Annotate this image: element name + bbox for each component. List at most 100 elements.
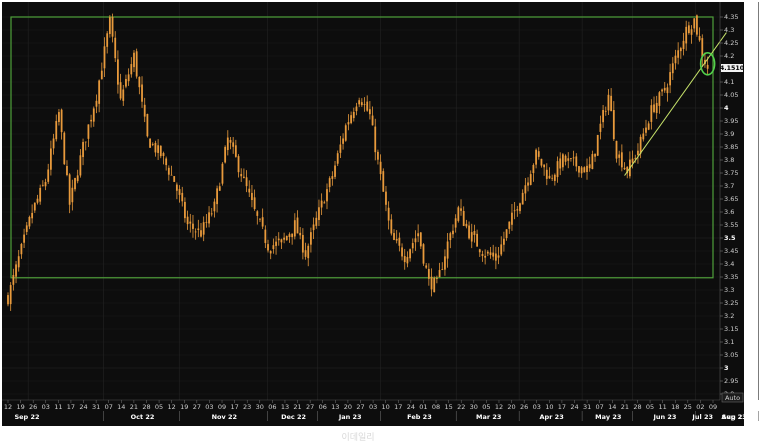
x-tick-label: 09	[218, 403, 226, 411]
candle-body	[267, 244, 269, 251]
candle-body	[414, 238, 417, 243]
candle-body	[299, 232, 302, 236]
candle-body	[701, 38, 704, 57]
x-month-label: Oct 22	[131, 413, 155, 421]
candle-body	[60, 109, 63, 133]
candle-body	[141, 84, 143, 102]
candle-body	[224, 146, 227, 163]
y-tick-label: 3.05	[724, 351, 738, 359]
candle-body	[232, 142, 235, 147]
x-tick-label: 03	[533, 403, 541, 411]
candle-body	[307, 245, 310, 259]
candle-body	[82, 142, 84, 158]
candle-body	[575, 156, 578, 167]
candle-body	[478, 249, 481, 253]
candle-body	[111, 16, 114, 37]
candle-body	[578, 166, 580, 173]
candle-body	[291, 233, 294, 238]
y-tick-label: 3.5	[724, 234, 736, 242]
candle-body	[92, 108, 95, 122]
candle-body	[114, 37, 117, 59]
candle-body	[336, 153, 339, 164]
candle-body	[460, 208, 462, 211]
x-tick-label: 13	[281, 403, 289, 411]
candle-body	[76, 175, 79, 182]
candle-body	[379, 161, 382, 175]
candle-body	[25, 225, 28, 232]
candle-body	[87, 124, 90, 139]
candle-body	[564, 155, 567, 162]
candle-body	[393, 233, 395, 240]
x-tick-label: 10	[545, 403, 553, 411]
x-tick-label: 03	[205, 403, 213, 411]
candle-body	[130, 64, 133, 75]
candle-body	[559, 158, 562, 169]
candle-body	[127, 74, 130, 82]
candle-body	[492, 252, 495, 257]
x-tick-label: 23	[243, 403, 251, 411]
watermark: 이데일리	[341, 432, 374, 442]
candle-body	[90, 119, 92, 122]
candle-body	[135, 51, 138, 77]
candle-body	[213, 201, 216, 212]
candle-body	[685, 26, 688, 44]
x-tick-label: 07	[596, 403, 604, 411]
candle-body	[264, 229, 267, 243]
candle-body	[106, 33, 109, 47]
y-tick-label: 4.3	[724, 26, 734, 34]
candle-body	[192, 223, 194, 229]
candle-body	[395, 238, 398, 241]
candle-body	[293, 220, 296, 237]
candle-body	[170, 174, 173, 176]
candle-body	[693, 18, 696, 29]
candle-body	[599, 123, 602, 132]
x-tick-label: 02	[696, 403, 704, 411]
candle-body	[580, 167, 583, 174]
x-month-label: Jul 23	[691, 413, 713, 421]
candle-body	[435, 278, 438, 279]
candle-body	[9, 285, 12, 305]
candle-body	[328, 178, 331, 188]
candle-body	[567, 158, 570, 161]
candle-body	[125, 78, 127, 87]
candle-body	[422, 244, 425, 264]
candle-body	[602, 110, 604, 123]
candle-body	[58, 112, 60, 122]
x-tick-label: 26	[520, 403, 528, 411]
candle-body	[366, 101, 369, 111]
candle-body	[537, 151, 540, 157]
candle-body	[122, 89, 125, 101]
candle-body	[385, 191, 387, 205]
candle-body	[248, 188, 251, 193]
candle-body	[639, 136, 642, 154]
candle-body	[497, 255, 500, 258]
x-tick-label: 06	[268, 403, 276, 411]
candle-body	[352, 111, 355, 119]
candle-body	[561, 154, 564, 168]
candle-body	[189, 221, 192, 224]
candle-body	[315, 217, 318, 226]
candle-body	[251, 192, 253, 201]
candle-body	[310, 232, 312, 245]
x-month-label: Feb 23	[407, 413, 432, 421]
autoscale-label[interactable]: Auto	[725, 394, 740, 402]
y-tick-label: 3.4	[724, 260, 734, 268]
candle-body	[245, 177, 248, 187]
x-tick-label: 07	[105, 403, 113, 411]
x-tick-label: 05	[155, 403, 163, 411]
x-tick-label: 18	[671, 403, 679, 411]
candle-body	[285, 235, 288, 241]
candle-body	[696, 15, 698, 35]
candle-body	[524, 185, 527, 194]
x-tick-label: 20	[344, 403, 352, 411]
candle-body	[355, 106, 358, 112]
candle-body	[623, 167, 626, 170]
autoscale-button[interactable]: Auto	[721, 392, 744, 403]
y-tick-label: 3.95	[724, 117, 738, 125]
price-chart: 4.354.34.254.24.154.14.0543.953.93.853.8…	[2, 2, 759, 442]
candle-body	[71, 187, 74, 203]
y-tick-label: 4.25	[724, 39, 738, 47]
candle-body	[610, 95, 613, 112]
candle-body	[269, 251, 272, 254]
candle-body	[489, 252, 492, 256]
